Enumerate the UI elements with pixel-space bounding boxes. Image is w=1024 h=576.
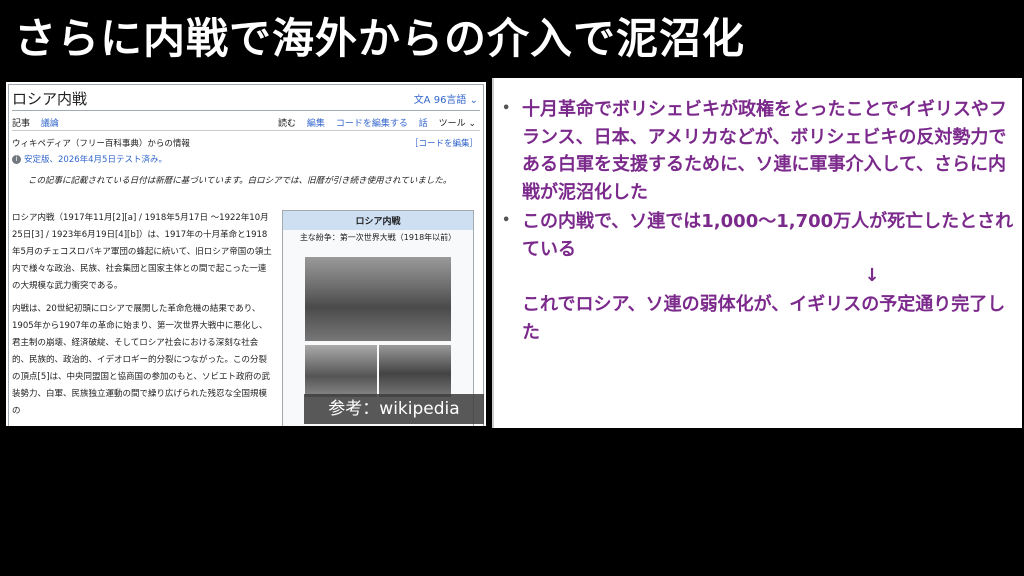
tab-edit-source[interactable]: コードを編集する bbox=[336, 119, 408, 129]
conclusion-text: これでロシア、ソ連の弱体化が、イギリスの予定通り完了した bbox=[522, 294, 1006, 343]
infobox-title: ロシア内戦 bbox=[283, 211, 473, 230]
site-subtitle: ウィキペディア（フリー百科事典）からの情報 bbox=[12, 139, 190, 149]
tab-tools[interactable]: ツール ⌄ bbox=[439, 119, 476, 129]
tabs-left: 記事 議論 bbox=[12, 116, 67, 129]
bullet-dot-icon: • bbox=[502, 213, 511, 228]
article-body: ロシア内戦（1917年11月[2][a] / 1918年5月17日 〜1922年… bbox=[12, 210, 274, 426]
bullet-item: • この内戦で、ソ連では1,000〜1,700万人が死亡したとされている bbox=[494, 208, 1022, 263]
bullet-list: • 十月革命でボリシェビキが政権をとったことでイギリスやフランス、日本、アメリカ… bbox=[494, 96, 1022, 346]
date-note: この記事に記載されている日付は新暦に基づいています。白ロシアでは、旧暦が引き続き… bbox=[28, 176, 452, 186]
stable-version-notice: i 安定版、2026年4月5日テスト済み。 bbox=[12, 153, 167, 165]
tab-read[interactable]: 読む bbox=[278, 119, 296, 129]
tab-talk[interactable]: 議論 bbox=[41, 119, 59, 129]
bullet-item: • 十月革命でボリシェビキが政権をとったことでイギリスやフランス、日本、アメリカ… bbox=[494, 96, 1022, 206]
war-photo-tank[interactable] bbox=[305, 257, 451, 341]
slide-title: さらに内戦で海外からの介入で泥沼化 bbox=[14, 14, 746, 63]
war-photo-soldiers[interactable] bbox=[305, 345, 377, 397]
divider bbox=[12, 110, 480, 111]
info-icon: i bbox=[12, 155, 21, 164]
infobox-subtitle: 主な紛争：第一次世界大戦（1918年以前） bbox=[299, 233, 457, 242]
bullet-text: この内戦で、ソ連では1,000〜1,700万人が死亡したとされている bbox=[522, 211, 1014, 260]
bullet-text: 十月革命でボリシェビキが政権をとったことでイギリスやフランス、日本、アメリカなど… bbox=[522, 99, 1007, 203]
tab-edit[interactable]: 編集 bbox=[307, 119, 325, 129]
divider bbox=[12, 130, 480, 131]
stable-text[interactable]: 安定版、2026年4月5日テスト済み。 bbox=[24, 155, 167, 165]
paragraph-1: ロシア内戦（1917年11月[2][a] / 1918年5月17日 〜1922年… bbox=[12, 213, 272, 291]
edit-code-link[interactable]: ［コードを編集］ bbox=[410, 137, 478, 149]
paragraph-2: 内戦は、20世紀初頭にロシアで展開した革命危機の結果であり、1905年から190… bbox=[12, 304, 271, 416]
down-arrow-icon: ↓ bbox=[864, 265, 880, 286]
source-credit: 参考：wikipedia bbox=[304, 394, 484, 424]
explanation-panel: • 十月革命でボリシェビキが政権をとったことでイギリスやフランス、日本、アメリカ… bbox=[492, 78, 1022, 428]
tab-article[interactable]: 記事 bbox=[12, 119, 30, 129]
language-selector[interactable]: 文A 96言語 ⌄ bbox=[414, 91, 478, 106]
wiki-page-title: ロシア内戦 bbox=[12, 90, 88, 108]
war-photo-march[interactable] bbox=[379, 345, 451, 397]
bullet-dot-icon: • bbox=[502, 101, 511, 116]
tabs-right: 読む 編集 コードを編集する 話 ツール ⌄ bbox=[278, 116, 484, 129]
tab-history[interactable]: 話 bbox=[419, 119, 428, 129]
wikipedia-screenshot: ロシア内戦 文A 96言語 ⌄ 記事 議論 読む 編集 コードを編集する 話 ツ… bbox=[6, 82, 486, 426]
